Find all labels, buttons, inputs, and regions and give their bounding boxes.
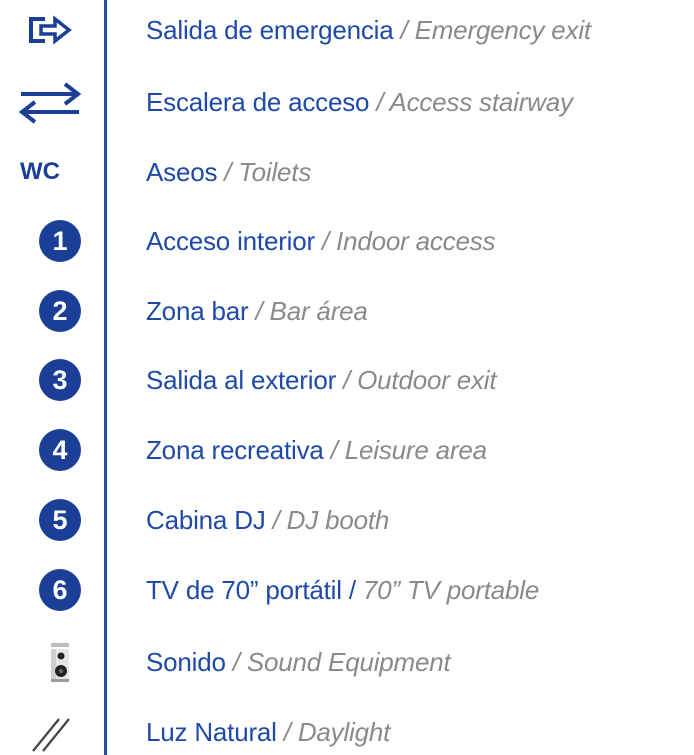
legend-label: Cabina DJ / DJ booth xyxy=(146,505,390,535)
number-badge-icon: 4 xyxy=(39,429,81,471)
number-badge-icon: 6 xyxy=(39,569,81,611)
legend-label: Aseos / Toilets xyxy=(146,157,312,187)
legend-item-outdoor-exit: 3 Salida al exterior / Outdoor exit xyxy=(0,357,694,403)
legend-label: Zona recreativa / Leisure area xyxy=(146,435,487,465)
number-badge-icon: 2 xyxy=(39,290,81,332)
legend-label: Luz Natural / Daylight xyxy=(146,717,391,747)
legend-label: Escalera de acceso / Access stairway xyxy=(146,87,573,117)
bidirectional-arrows-icon xyxy=(0,79,100,125)
legend-label: TV de 70” portátil / 70” TV portable xyxy=(146,575,540,605)
legend-label: Salida de emergencia / Emergency exit xyxy=(146,15,591,45)
wc-icon: WC xyxy=(20,158,60,185)
window-lines-icon xyxy=(0,709,100,755)
legend-item-sound-equipment: Sonido / Sound Equipment xyxy=(0,639,694,685)
number-badge-icon: 1 xyxy=(39,220,81,262)
number-badge-icon: 5 xyxy=(39,499,81,541)
legend-label: Sonido / Sound Equipment xyxy=(146,647,451,677)
legend-item-leisure-area: 4 Zona recreativa / Leisure area xyxy=(0,427,694,473)
legend-item-bar-area: 2 Zona bar / Bar área xyxy=(0,288,694,334)
legend-item-daylight: Luz Natural / Daylight xyxy=(0,709,694,755)
legend-item-tv-portable: 6 TV de 70” portátil / 70” TV portable xyxy=(0,567,694,613)
number-badge-icon: 3 xyxy=(39,359,81,401)
legend-item-emergency-exit: Salida de emergencia / Emergency exit xyxy=(0,7,694,53)
legend-item-dj-booth: 5 Cabina DJ / DJ booth xyxy=(0,497,694,543)
speaker-icon xyxy=(0,639,100,685)
legend-item-toilets: WC Aseos / Toilets xyxy=(0,149,694,195)
legend-item-indoor-access: 1 Acceso interior / Indoor access xyxy=(0,218,694,264)
legend-item-access-stairway: Escalera de acceso / Access stairway xyxy=(0,79,694,125)
legend-label: Salida al exterior / Outdoor exit xyxy=(146,365,497,395)
legend-label: Acceso interior / Indoor access xyxy=(146,226,496,256)
legend-label: Zona bar / Bar área xyxy=(146,296,368,326)
exit-arrow-icon xyxy=(0,7,100,53)
